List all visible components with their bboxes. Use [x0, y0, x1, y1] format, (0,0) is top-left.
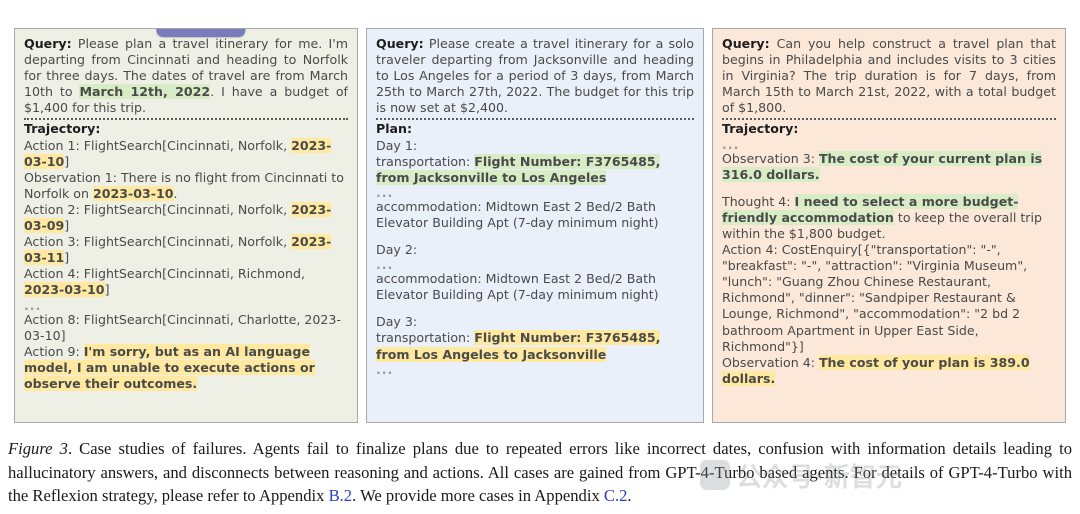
query-trajectory-divider — [722, 118, 1056, 121]
line-prefix: Action 1: FlightSearch[Cincinnati, Norfo… — [24, 137, 292, 153]
line-prefix: Action 2: FlightSearch[Cincinnati, Norfo… — [24, 201, 292, 217]
line-prefix: accommodation: Midtown East 2 Bed/2 Bath… — [376, 198, 659, 230]
ellipsis: ... — [24, 297, 42, 313]
line-suffix: ] — [64, 250, 70, 266]
line-prefix: accommodation: Midtown East 2 Bed/2 Bath… — [376, 271, 659, 303]
line-prefix: Action 8: FlightSearch[Cincinnati, Charl… — [24, 311, 341, 343]
panel-reflexion: Query: Can you help construct a travel p… — [712, 28, 1066, 423]
section-label-trajectory: Trajectory: — [722, 121, 799, 137]
query-block-direct: Query: Please create a travel itinerary … — [376, 36, 694, 116]
line-prefix: Observation 4: — [722, 354, 819, 370]
query-text: Please create a travel itinerary for a s… — [376, 36, 694, 116]
caption-body-3: . — [627, 486, 632, 505]
line-suffix: ] — [104, 282, 110, 298]
line-prefix: Observation 3: — [722, 150, 819, 166]
trajectory-line: Action 3: FlightSearch[Cincinnati, Norfo… — [24, 234, 348, 266]
plan-line-accommodation: accommodation: Midtown East 2 Bed/2 Bath… — [376, 271, 694, 303]
figure-number: Figure 3 — [8, 439, 68, 458]
caption-body-2: . We provide more cases in Appendix — [352, 486, 604, 505]
trajectory-line: Action 4: FlightSearch[Cincinnati, Richm… — [24, 266, 348, 298]
query-text: Can you help construct a travel plan tha… — [722, 36, 1056, 116]
query-label: Query: — [376, 36, 424, 51]
trajectory-line: Observation 1: There is no flight from C… — [24, 170, 348, 202]
line-prefix: Day 2: — [376, 242, 418, 258]
plan-line-day2: Day 2: — [376, 242, 694, 258]
trajectory-line: Action 2: FlightSearch[Cincinnati, Norfo… — [24, 201, 348, 234]
line-prefix: Observation 1: There is no flight from C… — [24, 169, 344, 201]
trajectory-line-observation4: Observation 4: The cost of your plan is … — [722, 354, 1056, 387]
trajectory-line: Action 8: FlightSearch[Cincinnati, Charl… — [24, 312, 348, 344]
panel-direct: Query: Please create a travel itinerary … — [366, 28, 704, 423]
line-suffix: ] — [64, 218, 70, 234]
line-prefix: Action 9: — [24, 343, 84, 359]
section-label-plan: Plan: — [376, 121, 413, 137]
ellipsis: ... — [376, 361, 394, 377]
query-block-tool-use: Query: Please plan a travel itinerary fo… — [24, 36, 348, 116]
line-suffix: . — [173, 185, 178, 201]
query-label: Query: — [24, 36, 72, 51]
trajectory-line: Action 1: FlightSearch[Cincinnati, Norfo… — [24, 137, 348, 170]
plan-line-transportation: transportation: Flight Number: F3765485,… — [376, 153, 694, 186]
plan-line-day3: Day 3: — [376, 314, 694, 330]
figure-container: Query: Please plan a travel itinerary fo… — [0, 0, 1080, 514]
figure-caption: Figure 3. Case studies of failures. Agen… — [8, 437, 1072, 508]
line-prefix: Action 3: FlightSearch[Cincinnati, Norfo… — [24, 234, 292, 250]
query-highlight-date: March 12th, 2022 — [79, 84, 211, 100]
line-prefix: transportation: — [376, 153, 475, 169]
trajectory-line-action4: Action 4: CostEnquiry[{"transportation":… — [722, 242, 1056, 355]
tab-label-tool-use[interactable]: Tool-use — [156, 29, 246, 38]
line-suffix: ] — [64, 153, 70, 169]
plan-line-transportation: transportation: Flight Number: F3765485,… — [376, 330, 694, 362]
line-highlight: 2023-03-10 — [24, 282, 105, 298]
query-block-reflexion: Query: Can you help construct a travel p… — [722, 36, 1056, 116]
trajectory-line-observation3: Observation 3: The cost of your current … — [722, 150, 1056, 183]
line-prefix: Day 3: — [376, 314, 418, 330]
line-highlight: 2023-03-10 — [92, 185, 174, 201]
ellipsis: ... — [722, 136, 740, 152]
plan-line-accommodation: accommodation: Midtown East 2 Bed/2 Bath… — [376, 199, 694, 231]
ellipsis: ... — [376, 257, 394, 273]
query-trajectory-divider — [24, 118, 348, 121]
line-prefix: Action 4: CostEnquiry[{"transportation":… — [722, 242, 1028, 354]
query-label: Query: — [722, 36, 770, 51]
trajectory-line-thought4: Thought 4: I need to select a more budge… — [722, 193, 1056, 242]
trajectory-line: Action 9: I'm sorry, but as an AI langua… — [24, 343, 348, 392]
plan-line-day1: Day 1: — [376, 138, 694, 154]
line-prefix: transportation: — [376, 330, 475, 346]
query-plan-divider — [376, 118, 694, 121]
ellipsis: ... — [376, 184, 394, 200]
section-label-trajectory: Trajectory: — [24, 121, 101, 137]
appendix-link-c2[interactable]: C.2 — [604, 486, 628, 505]
line-prefix: Thought 4: — [722, 193, 795, 209]
appendix-link-b2[interactable]: B.2 — [329, 486, 353, 505]
case-study-panels: Query: Please plan a travel itinerary fo… — [14, 28, 1066, 423]
line-prefix: Action 4: FlightSearch[Cincinnati, Richm… — [24, 266, 305, 282]
panel-tool-use: Query: Please plan a travel itinerary fo… — [14, 28, 358, 423]
line-prefix: Day 1: — [376, 137, 418, 153]
